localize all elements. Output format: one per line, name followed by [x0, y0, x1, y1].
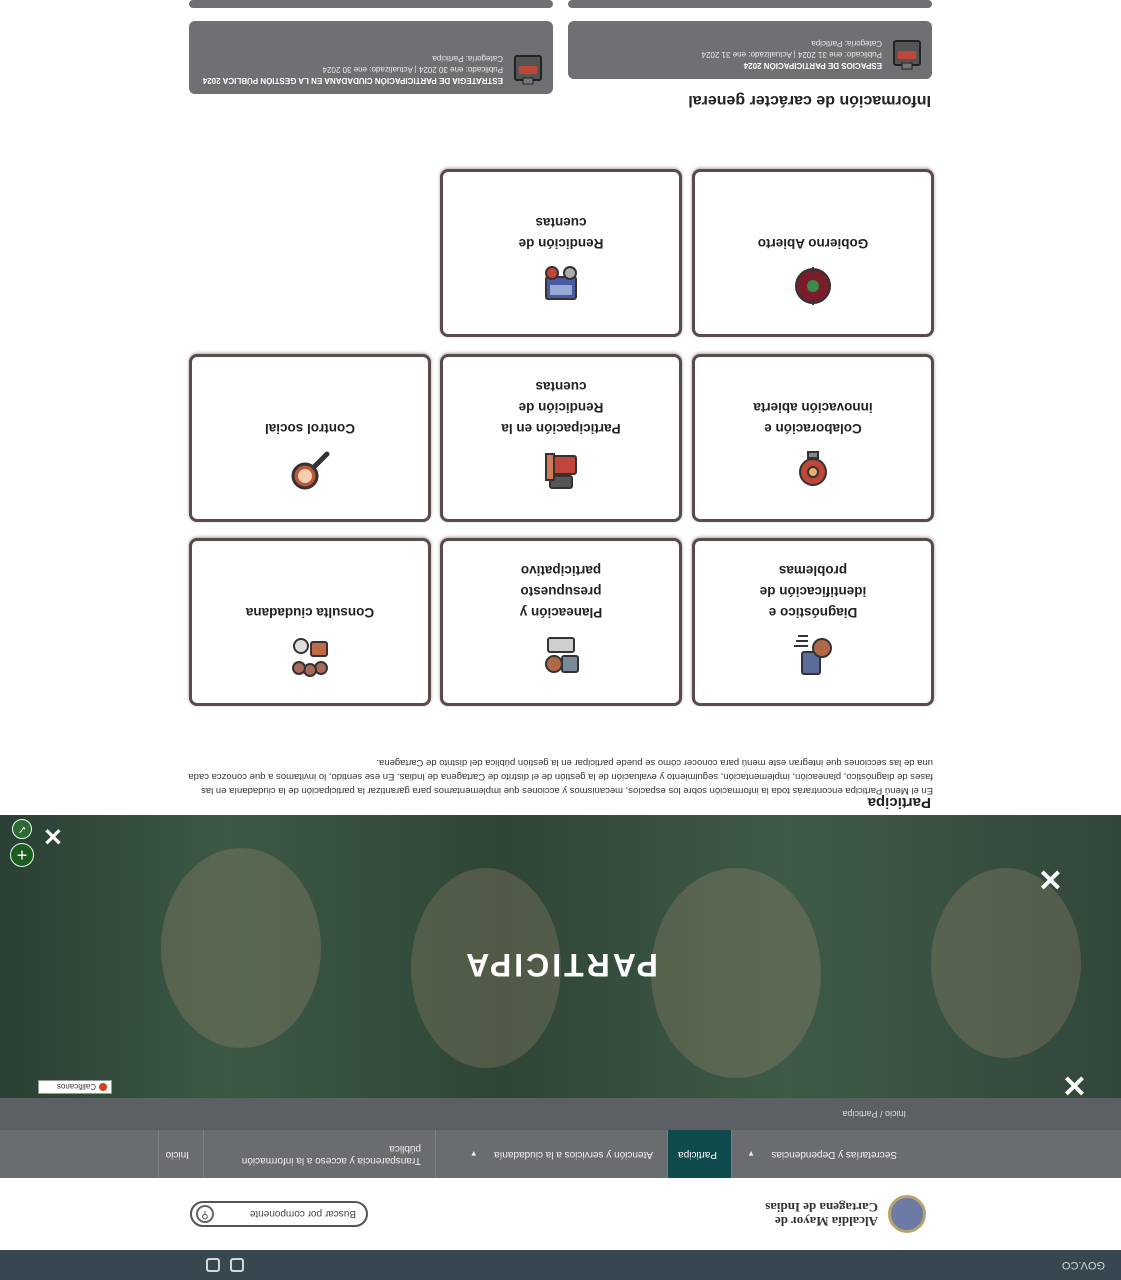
nav-item-label: Participa [678, 1149, 717, 1160]
chevron-down-icon: ▾ [748, 1149, 754, 1159]
info-heading: Información de carácter general [688, 92, 931, 109]
document-card-partial[interactable] [568, 0, 932, 8]
brand[interactable]: Alcaldía Mayor de Cartagena de Indias [758, 1195, 926, 1233]
card-control-social[interactable]: Control social [189, 354, 431, 522]
search-box[interactable]: Buscar por componente ⚲ [190, 1201, 368, 1227]
nav-item-label: Atención y servicios a la ciudadanía [494, 1149, 653, 1160]
check-icon[interactable]: ✓ [12, 819, 32, 839]
document-dates: Publicado: ene 30 2024 | Actualizado: en… [322, 65, 503, 74]
section-intro: En el Menú Participa encontrarás toda la… [188, 757, 933, 796]
nav-item-label: Secretarías y Dependencias [771, 1149, 897, 1160]
participation-icon [535, 445, 587, 497]
card-label: Planeación y presupuesto participativo [519, 563, 603, 620]
document-icon [893, 40, 921, 70]
add-icon[interactable]: + [10, 843, 34, 867]
close-icon[interactable]: ✕ [1062, 1067, 1087, 1098]
nav-item-label: Transparencia y acceso a la información … [241, 1143, 421, 1166]
accountability-icon [535, 260, 587, 312]
main-nav: Secretarías y Dependencias ▾ Participa A… [0, 1130, 1121, 1178]
gov-logo-text[interactable]: GOV.CO [1062, 1259, 1105, 1271]
card-colaboracion[interactable]: Colaboración e innovación abierta [692, 354, 934, 522]
open-government-icon [787, 260, 839, 312]
city-seal-logo [888, 1195, 926, 1233]
card-gobierno-abierto[interactable]: Gobierno Abierto [692, 169, 934, 337]
card-participacion-rendicion[interactable]: Participación en la Rendición de cuentas [440, 354, 682, 522]
nav-item-label: Inicio [165, 1149, 189, 1160]
rating-badge[interactable]: Calificanos [38, 1080, 112, 1094]
nav-item-secretarias[interactable]: Secretarías y Dependencias ▾ [731, 1130, 911, 1178]
innovation-icon [787, 445, 839, 497]
card-diagnostico[interactable]: Diagnóstico e identificación de problema… [692, 538, 934, 706]
rating-badge-label: Calificanos [56, 1082, 96, 1092]
card-label: Rendición de cuentas [518, 215, 604, 251]
planning-icon [535, 629, 587, 681]
document-card-partial[interactable] [189, 0, 553, 8]
gov-bar: GOV.CO [0, 1250, 1121, 1280]
nav-item-transparencia[interactable]: Transparencia y acceso a la información … [203, 1130, 435, 1178]
hero-banner: PARTICIPA ✕ ✕ ✕ Calificanos + ✓ [0, 815, 1121, 1098]
search-input[interactable]: Buscar por componente [214, 1209, 356, 1220]
document-title[interactable]: ESTRATEGIA DE PARTICIPACIÓN CIUDADANA EN… [203, 75, 503, 86]
close-icon[interactable]: ✕ [43, 821, 63, 850]
brand-name: Alcaldía Mayor de Cartagena de Indias [765, 1200, 878, 1229]
card-label: Gobierno Abierto [757, 236, 869, 251]
nav-item-atencion[interactable]: Atención y servicios a la ciudadanía ▾ [435, 1130, 667, 1178]
nav-item-participa[interactable]: Participa [667, 1130, 731, 1178]
chevron-down-icon: ▾ [471, 1149, 477, 1159]
document-card[interactable]: ESTRATEGIA DE PARTICIPACIÓN CIUDADANA EN… [189, 21, 553, 94]
card-label: Control social [265, 421, 356, 436]
search-icon[interactable]: ⚲ [196, 1205, 214, 1223]
card-label: Colaboración e innovación abierta [753, 400, 873, 436]
hero-title: PARTICIPA [463, 947, 658, 983]
card-label: Consulta ciudadana [245, 605, 375, 620]
consultation-icon [284, 629, 336, 681]
document-title[interactable]: ESPACIOS DE PARTICIPACIÓN 2024 [702, 60, 882, 71]
social-control-icon [284, 445, 336, 497]
gov-bar-actions [206, 1258, 244, 1272]
nav-item-inicio[interactable]: Inicio [158, 1130, 203, 1178]
breadcrumb: Inicio / Participa [0, 1098, 1121, 1130]
card-consulta[interactable]: Consulta ciudadana [189, 538, 431, 706]
page-root: GOV.CO Buscar por componente ⚲ Secretarí… [0, 0, 1121, 1280]
card-label: Participación en la Rendición de cuentas [501, 379, 621, 436]
document-category: Categoría: Participa [432, 54, 503, 63]
document-category: Categoría: Participa [811, 39, 882, 48]
document-dates: Publicado: ene 31 2024 | Actualizado: en… [701, 50, 882, 59]
document-card[interactable]: ESPACIOS DE PARTICIPACIÓN 2024 Publicado… [568, 21, 932, 79]
breadcrumb-text[interactable]: Inicio / Participa [842, 1109, 906, 1119]
card-rendicion-cuentas[interactable]: Rendición de cuentas [440, 169, 682, 337]
participa-section: Participa En el Menú Participa encontrar… [0, 0, 1121, 815]
card-label: Diagnóstico e identificación de problema… [759, 563, 867, 620]
document-text: ESTRATEGIA DE PARTICIPACIÓN CIUDADANA EN… [203, 53, 503, 86]
document-text: ESPACIOS DE PARTICIPACIÓN 2024 Publicado… [702, 38, 882, 71]
rating-icon [99, 1083, 107, 1091]
document-icon [514, 55, 542, 85]
close-icon[interactable]: ✕ [1038, 861, 1063, 896]
card-planeacion[interactable]: Planeación y presupuesto participativo [440, 538, 682, 706]
text-size-icon[interactable] [206, 1258, 220, 1272]
site-header: Buscar por componente ⚲ [0, 1178, 1121, 1250]
diagnostic-icon [787, 629, 839, 681]
contrast-icon[interactable] [230, 1258, 244, 1272]
